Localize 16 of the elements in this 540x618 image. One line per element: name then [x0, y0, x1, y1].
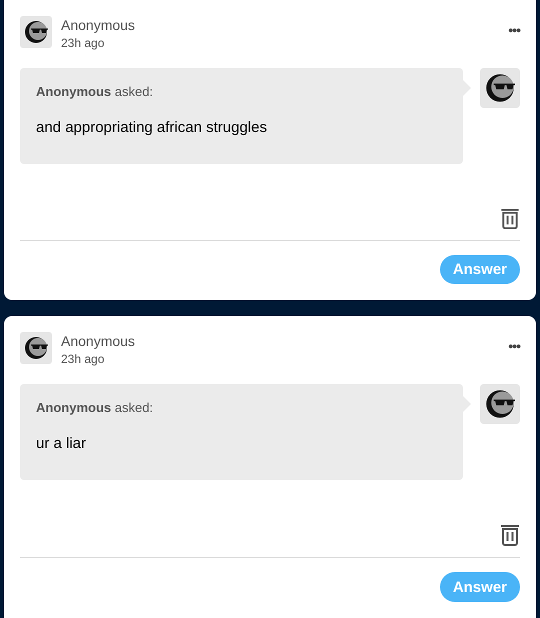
asked-label: Anonymous asked: — [36, 84, 154, 99]
avatar-icon — [20, 16, 52, 48]
timestamp: 23h ago — [61, 351, 106, 368]
trash-icon[interactable] — [500, 208, 520, 230]
more-menu-button[interactable]: ••• — [508, 22, 520, 38]
timestamp: 23h ago — [61, 35, 106, 52]
avatar-icon — [20, 332, 52, 364]
avatar-icon — [480, 384, 520, 424]
trash-icon[interactable] — [500, 524, 520, 546]
asked-label: Anonymous asked: — [36, 400, 154, 415]
sender-name: Anonymous — [61, 16, 136, 34]
question-text: ur a liar — [36, 435, 88, 452]
avatar-icon — [480, 68, 520, 108]
sender-name: Anonymous — [61, 332, 136, 350]
question-text: and appropriating african struggles — [36, 119, 268, 136]
more-menu-button[interactable]: ••• — [508, 338, 520, 354]
